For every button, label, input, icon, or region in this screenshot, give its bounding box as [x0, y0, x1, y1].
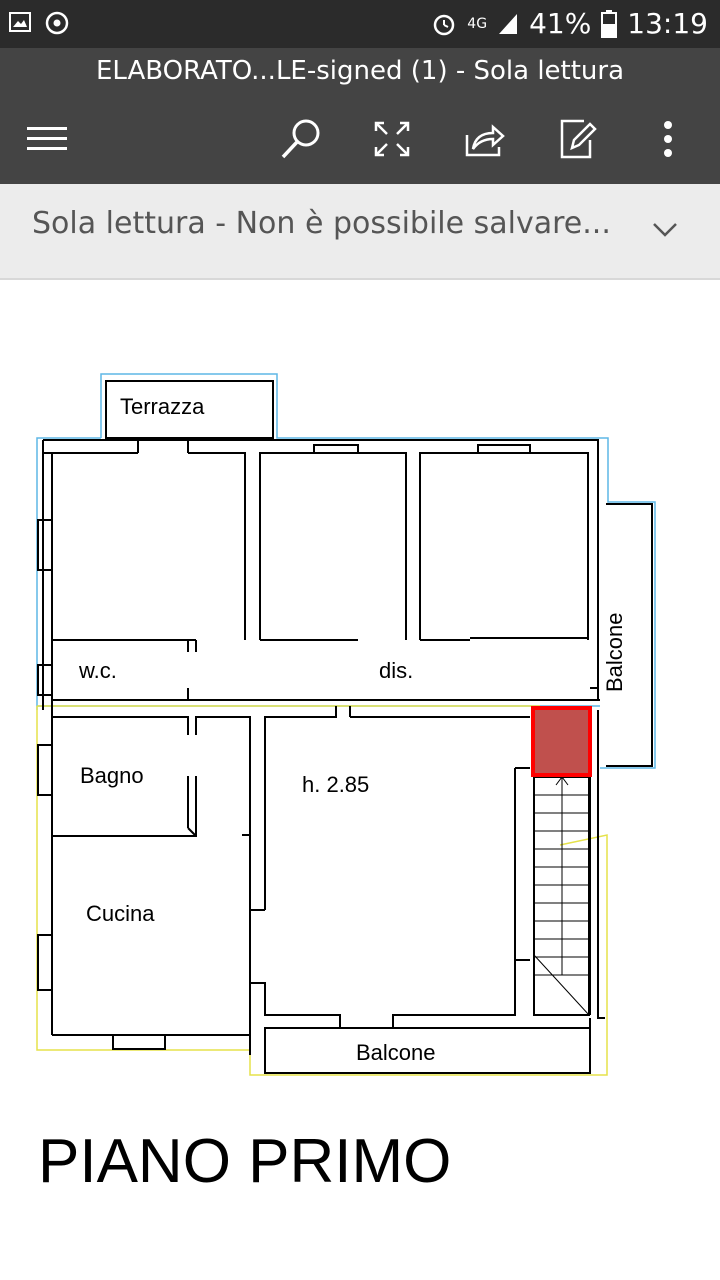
menu-icon: [27, 127, 67, 150]
alarm-icon: [434, 14, 455, 35]
sync-icon: [45, 11, 69, 35]
read-only-banner[interactable]: Sola lettura - Non è possibile salvare..…: [0, 184, 720, 280]
document-page[interactable]: Terrazza w.c. dis. Balcone Bagno h. 2.85…: [0, 280, 720, 1280]
fullscreen-icon: [374, 121, 410, 157]
read-only-message: Sola lettura - Non è possibile salvare..…: [32, 206, 611, 241]
status-bar: 4G 41% 13:19: [0, 0, 720, 48]
battery-percent: 41%: [529, 7, 592, 40]
room-label-balcone-side: Balcone: [602, 612, 627, 692]
selection-highlight[interactable]: [531, 706, 592, 777]
more-options-button[interactable]: [643, 114, 693, 164]
share-button[interactable]: [460, 114, 510, 164]
fullscreen-button[interactable]: [367, 114, 417, 164]
room-label-dis: dis.: [379, 658, 414, 683]
room-label-balcone-bottom: Balcone: [356, 1040, 436, 1065]
signal-icon: [499, 13, 518, 34]
floor-plan-title: PIANO PRIMO: [38, 1127, 452, 1196]
share-icon: [465, 124, 505, 157]
battery-icon: [601, 9, 618, 38]
chevron-down-icon[interactable]: [650, 220, 680, 240]
gallery-icon: [9, 12, 31, 32]
lower-outline: [36, 705, 608, 1076]
search-button[interactable]: [276, 114, 326, 164]
edit-icon: [560, 119, 597, 159]
more-icon: [664, 121, 672, 157]
network-type: 4G: [467, 15, 488, 32]
room-label-wc: w.c.: [79, 658, 117, 683]
clock: 13:19: [627, 7, 708, 40]
room-label-cucina: Cucina: [86, 901, 155, 926]
search-icon: [281, 119, 320, 159]
room-label-height: h. 2.85: [302, 772, 370, 797]
edit-button[interactable]: [553, 114, 603, 164]
menu-button[interactable]: [22, 114, 72, 164]
room-label-bagno: Bagno: [80, 763, 144, 788]
room-label-terrazza: Terrazza: [120, 394, 205, 419]
app-toolbar: ELABORATO...LE-signed (1) - Sola lettura: [0, 48, 720, 184]
document-title: ELABORATO...LE-signed (1) - Sola lettura: [95, 56, 625, 86]
